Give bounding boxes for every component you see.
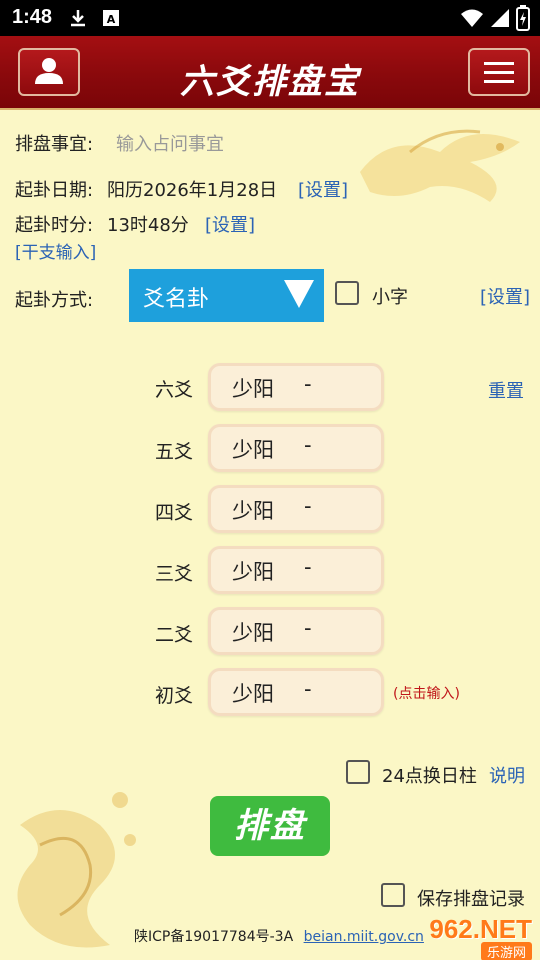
yao-field-2[interactable]: 少阳 - — [208, 607, 384, 655]
time-value: 13时48分 — [107, 215, 189, 236]
method-select[interactable]: 爻名卦 — [129, 269, 324, 322]
yao-field-6[interactable]: 少阳 - — [208, 363, 384, 411]
explain-link[interactable]: 说明 — [489, 762, 525, 788]
reset-link[interactable]: 重置 — [488, 377, 524, 403]
svg-text:A: A — [107, 13, 116, 26]
date-value: 阳历2026年1月28日 — [107, 180, 278, 201]
method-label: 起卦方式: — [15, 290, 94, 311]
yao-field-5[interactable]: 少阳 - — [208, 424, 384, 472]
watermark-site: 962.NET — [429, 914, 532, 944]
yao-label: 二爻 — [155, 624, 194, 646]
watermark-sub: 乐游网 — [480, 942, 532, 960]
font-app-icon: A — [103, 10, 119, 26]
yao-label: 四爻 — [155, 502, 194, 524]
icp-footer: 陕ICP备19017784号-3A beian.miit.gov.cn — [134, 926, 424, 946]
small-text-checkbox[interactable] — [335, 281, 359, 305]
yao-value: 少阳 — [232, 621, 274, 645]
yao-value: 少阳 — [232, 377, 274, 401]
save-record-checkbox[interactable] — [381, 883, 405, 907]
app-title: 六爻排盘宝 — [180, 62, 360, 102]
yao-label: 三爻 — [155, 563, 194, 585]
ganzhi-input-link[interactable]: [干支输入] — [15, 238, 96, 263]
small-text-label: 小字 — [372, 287, 408, 308]
menu-button[interactable] — [468, 48, 530, 96]
yao-field-1[interactable]: 少阳 - — [208, 668, 384, 716]
status-bar: 1:48 A — [0, 0, 540, 36]
battery-icon — [516, 5, 530, 31]
wifi-icon — [461, 9, 483, 27]
save-record-label: 保存排盘记录 — [417, 889, 525, 910]
site-watermark: 962.NET 乐游网 — [405, 914, 540, 960]
day-change-checkbox[interactable] — [346, 760, 370, 784]
yao-mark: - — [304, 494, 312, 518]
icp-number: 陕ICP备19017784号-3A — [134, 929, 294, 945]
phoenix-decoration-icon — [360, 129, 520, 202]
yao-mark: - — [304, 677, 312, 701]
time-set-link[interactable]: [设置] — [205, 211, 255, 237]
matter-input[interactable]: 输入占问事宜 — [116, 130, 224, 156]
yao-value: 少阳 — [232, 499, 274, 523]
date-set-link[interactable]: [设置] — [298, 176, 348, 202]
yao-mark: - — [304, 372, 312, 396]
signal-icon — [491, 9, 509, 27]
yao-label: 六爻 — [155, 379, 194, 401]
yao-label: 五爻 — [155, 441, 194, 463]
yao-field-4[interactable]: 少阳 - — [208, 485, 384, 533]
status-time: 1:48 — [12, 6, 53, 28]
hamburger-menu-icon — [484, 62, 514, 83]
paipan-button[interactable]: 排盘 — [210, 796, 330, 856]
yao-mark: - — [304, 433, 312, 457]
yao-label: 初爻 — [155, 685, 194, 707]
time-label: 起卦时分: — [15, 215, 94, 236]
method-set-link[interactable]: [设置] — [480, 283, 530, 309]
yao-value: 少阳 — [232, 438, 274, 462]
download-icon — [71, 10, 85, 27]
yao-mark: - — [304, 616, 312, 640]
dropdown-arrow-icon — [284, 280, 314, 308]
yao-field-3[interactable]: 少阳 - — [208, 546, 384, 594]
method-selected-value: 爻名卦 — [143, 287, 210, 312]
date-label: 起卦日期: — [15, 180, 94, 201]
day-change-label: 24点换日柱 — [382, 766, 477, 787]
app-header: 六爻排盘宝 — [0, 36, 540, 110]
yao-value: 少阳 — [232, 560, 274, 584]
yao-mark: - — [304, 555, 312, 579]
click-input-hint: (点击输入) — [393, 686, 460, 702]
matter-label: 排盘事宜: — [15, 134, 94, 155]
yao-value: 少阳 — [232, 682, 274, 706]
